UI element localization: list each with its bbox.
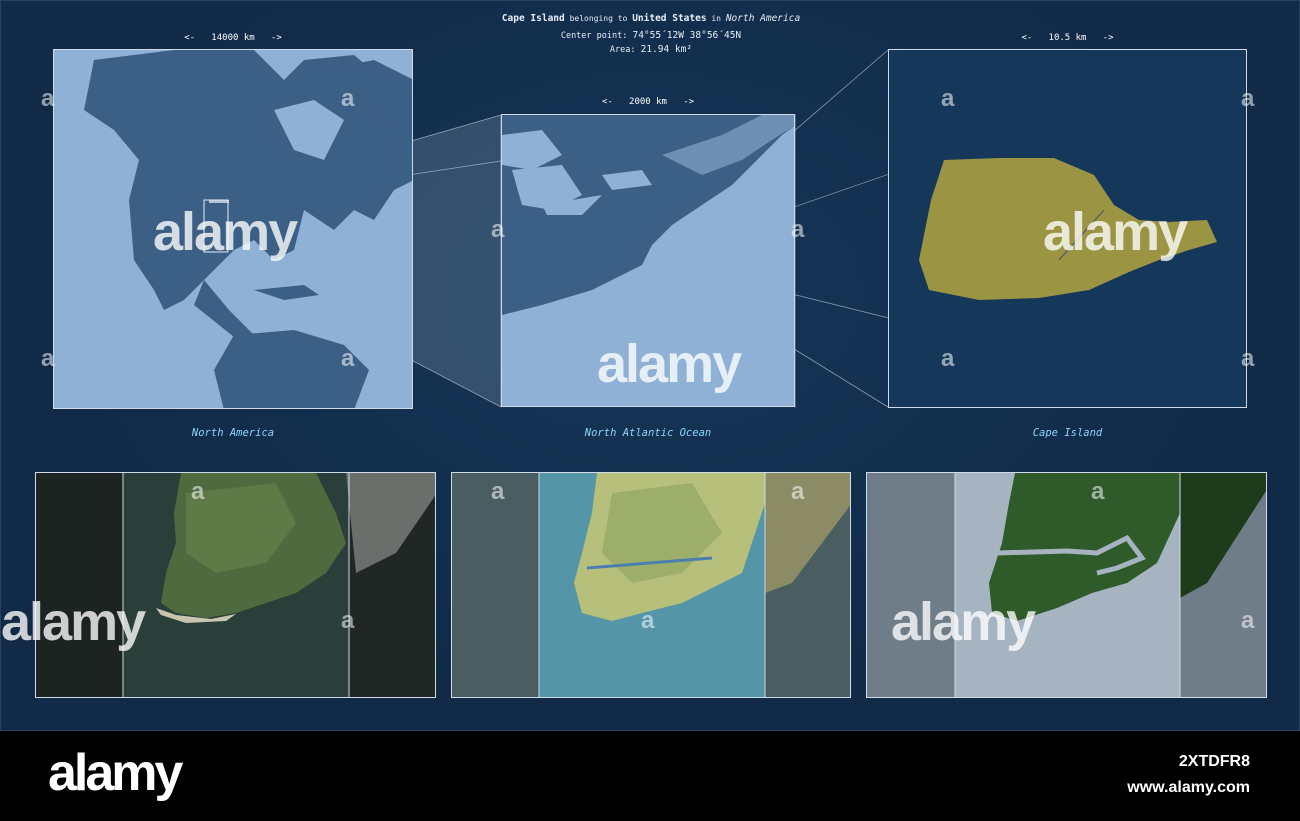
physical-imagery xyxy=(954,473,1266,697)
watermark-letter: a xyxy=(491,478,505,505)
watermark-letter: a xyxy=(1091,478,1105,505)
watermark-letter: a xyxy=(341,85,355,112)
satellite-imagery xyxy=(36,473,435,697)
caption-region: North Atlantic Ocean xyxy=(584,427,712,439)
watermark-physical: alamy xyxy=(891,592,1036,652)
watermark-letter: a xyxy=(341,607,355,634)
alamy-logo: alamy xyxy=(48,744,183,802)
footer-url: www.alamy.com xyxy=(1127,779,1250,796)
watermark-letter: a xyxy=(791,478,805,505)
watermark-letter: a xyxy=(191,478,205,505)
watermark-letter: a xyxy=(1241,607,1255,634)
watermark-island: alamy xyxy=(1043,202,1188,262)
image-id: 2XTDFR8 xyxy=(1178,753,1250,770)
watermark-letter: a xyxy=(491,216,505,243)
topographic-imagery xyxy=(538,473,850,697)
watermark-satellite: alamy xyxy=(1,592,146,652)
watermark-letter: a xyxy=(791,216,805,243)
stock-footer: alamy 2XTDFR8 www.alamy.com xyxy=(0,731,1300,821)
watermark-letter: a xyxy=(41,345,55,372)
watermark-letter: a xyxy=(1241,85,1255,112)
watermark-letter: a xyxy=(1241,345,1255,372)
watermark-region: alamy xyxy=(597,334,742,394)
watermark-letter: a xyxy=(341,345,355,372)
watermark-letter: a xyxy=(641,607,655,634)
caption-continent: North America xyxy=(191,427,275,439)
map-satellite xyxy=(35,472,436,698)
map-physical xyxy=(866,472,1267,698)
watermark-continent: alamy xyxy=(153,202,298,262)
map-poster: Cape Island belonging to United States i… xyxy=(0,0,1300,731)
watermark-letter: a xyxy=(41,85,55,112)
watermark-letter: a xyxy=(941,345,955,372)
watermark-letter: a xyxy=(941,85,955,112)
caption-island: Cape Island xyxy=(1032,427,1103,439)
